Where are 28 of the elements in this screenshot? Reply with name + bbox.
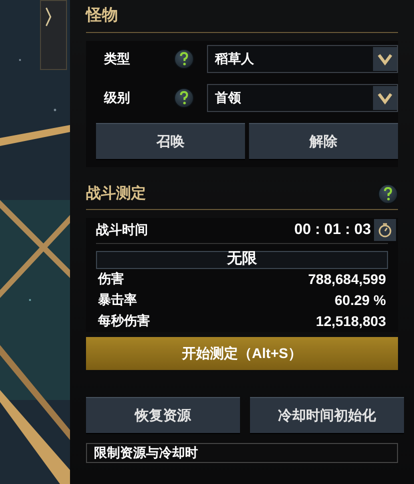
stat-value: 788,684,599 bbox=[308, 270, 386, 288]
limit-option[interactable]: 限制资源与冷却时 bbox=[86, 442, 398, 462]
action-button[interactable]: 恢复资源 bbox=[86, 396, 240, 432]
section-title: 怪物 bbox=[86, 0, 398, 33]
collapse-tab[interactable]: 〉 bbox=[40, 0, 67, 70]
section-title: 战斗测定 bbox=[86, 184, 146, 204]
action-button[interactable]: 冷却时间初始化 bbox=[250, 396, 404, 432]
help-icon[interactable] bbox=[174, 88, 194, 108]
action-button[interactable]: 召唤 bbox=[96, 123, 245, 159]
start-button[interactable]: 开始测定（Alt+S） bbox=[86, 336, 398, 370]
stat-label: 伤害 bbox=[98, 270, 124, 288]
help-icon[interactable] bbox=[174, 49, 194, 69]
time-label: 战斗时间 bbox=[96, 221, 148, 240]
dropdown[interactable]: 稻草人 bbox=[207, 45, 398, 73]
mode-bar: 无限 bbox=[96, 250, 388, 268]
chevron-down-icon bbox=[373, 47, 397, 71]
chevron-down-icon bbox=[373, 86, 397, 110]
timer-value: 00 : 01 : 03 bbox=[294, 220, 371, 240]
field-label: 级别 bbox=[102, 89, 131, 108]
action-button[interactable]: 解除 bbox=[249, 123, 398, 159]
stopwatch-icon[interactable] bbox=[374, 219, 396, 241]
stat-label: 暴击率 bbox=[98, 291, 137, 310]
stat-value: 12,518,803 bbox=[316, 312, 386, 330]
stat-value: 60.29 % bbox=[334, 290, 386, 310]
help-icon[interactable] bbox=[378, 184, 398, 204]
stat-label: 每秒伤害 bbox=[98, 312, 150, 330]
field-label: 类型 bbox=[102, 50, 131, 68]
dropdown[interactable]: 首领 bbox=[207, 84, 398, 112]
